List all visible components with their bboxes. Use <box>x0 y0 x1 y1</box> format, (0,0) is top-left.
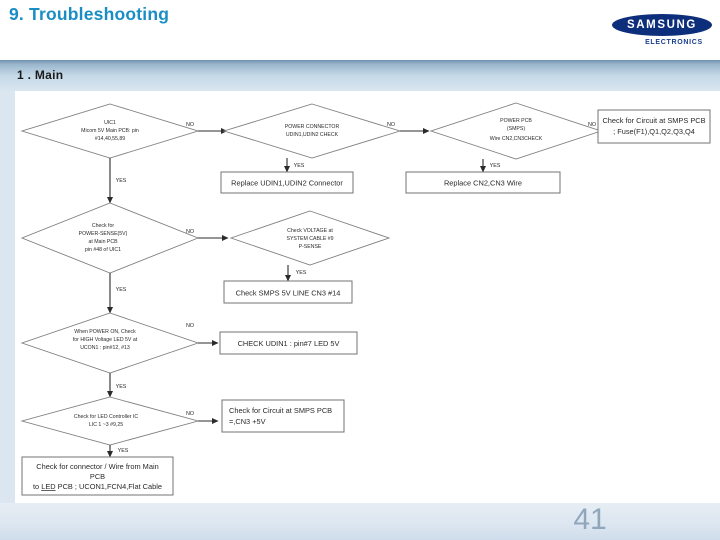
box4-line1: Check SMPS 5V LINE CN3 #14 <box>236 289 341 298</box>
box6-line2: =,CN3 +5V <box>229 417 266 426</box>
diamond5-line2: SYSTEM CABLE #9 <box>287 236 334 242</box>
box7-line3-emphasis: LED <box>41 482 55 491</box>
box7-line3-suffix: PCB ; UCON1,FCN4,Flat Cable <box>56 482 162 491</box>
box7-line1: Check for connector / Wire from Main <box>36 462 158 471</box>
box2-line1: Replace UDIN1,UDIN2 Connector <box>231 179 343 188</box>
diamond3-line3: Wire CN2,CN3CHECK <box>490 136 543 142</box>
diamond4-line4: pin #48 of UIC1 <box>85 247 121 253</box>
box6-line1: Check for Circuit at SMPS PCB <box>229 406 332 415</box>
label-no-1: NO <box>186 122 194 128</box>
label-no-5: NO <box>186 323 194 329</box>
diamond1-line3: #14,40,55,89 <box>95 136 125 142</box>
box3-line1: Replace CN2,CN3 Wire <box>444 179 522 188</box>
box7-line3: to LED PCB ; UCON1,FCN4,Flat Cable <box>33 482 162 491</box>
label-yes-4: YES <box>116 287 127 293</box>
diamond6-line2: for HIGH Voltage LED 5V at <box>73 337 138 343</box>
label-no-6: NO <box>186 411 194 417</box>
label-yes-6: YES <box>116 384 127 390</box>
diamond5-line1: Check VOLTAGE at <box>287 228 333 234</box>
label-no-2: NO <box>387 122 395 128</box>
box1-line1: Check for Circuit at SMPS PCB <box>602 116 705 125</box>
diamond7-line1: Check for LED Controller IC <box>74 414 139 420</box>
diamond1-line1: UIC1 <box>104 120 116 126</box>
label-no-4: NO <box>186 229 194 235</box>
label-yes-3: YES <box>490 163 501 169</box>
slide-root: 9. Troubleshooting SAMSUNG ELECTRONICS 1… <box>0 0 720 540</box>
label-yes-1: YES <box>116 178 127 184</box>
diamond1-line2: Micom 5V Main PCB: pin <box>81 128 139 134</box>
label-yes-2: YES <box>294 163 305 169</box>
diamond2-line2: UDIN1,UDIN2 CHECK <box>286 132 339 138</box>
box1-line2: ; Fuse(F1),Q1,Q2,Q3,Q4 <box>613 127 695 136</box>
troubleshooting-flowchart: UIC1 Micom 5V Main PCB: pin #14,40,55,89… <box>20 102 711 496</box>
diamond4-line2: POWER-SENSE(5V) <box>79 231 128 237</box>
diamond2-line1: POWER CONNECTOR <box>285 124 340 130</box>
diamond5-line3: P-SENSE <box>299 244 322 250</box>
label-yes-5: YES <box>296 270 307 276</box>
label-no-3: NO <box>588 122 596 128</box>
diamond3-line1: POWER PCB <box>500 118 532 124</box>
diamond4-line3: at Main PCB <box>88 239 118 245</box>
diamond6-line3: UCON1 : pin#12, #13 <box>80 345 130 351</box>
box7-line3-prefix: to <box>33 482 41 491</box>
diamond4-line1: Check for <box>92 223 114 229</box>
diamond7-line2: LIC 1 ~3 #9,25 <box>89 422 123 428</box>
diamond6-line1: When POWER ON, Check <box>74 329 136 335</box>
box7-line2: PCB <box>90 472 105 481</box>
box5-line1: CHECK UDIN1 : pin#7 LED 5V <box>238 339 340 348</box>
label-yes-7: YES <box>118 448 129 454</box>
diamond3-line2: (SMPS) <box>507 126 525 132</box>
